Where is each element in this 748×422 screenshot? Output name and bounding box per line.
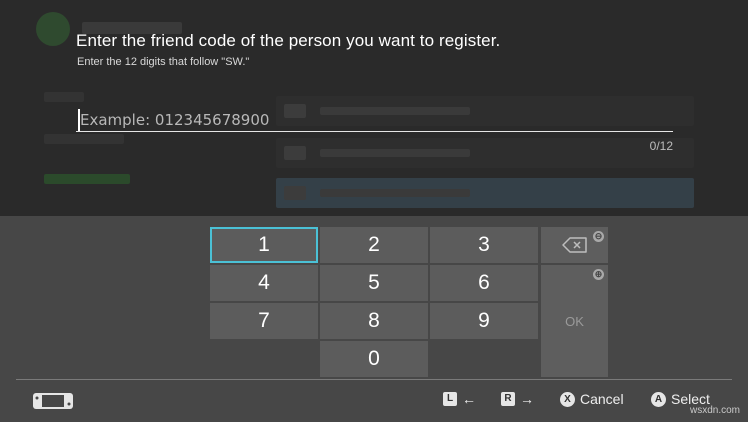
- background-sidebar-item: [44, 134, 124, 144]
- hint-l-button[interactable]: L ←: [443, 391, 476, 407]
- background-list-row: [276, 138, 694, 168]
- background-sidebar-item-active: [44, 174, 130, 184]
- cancel-hint[interactable]: X Cancel: [560, 391, 624, 407]
- key-0[interactable]: 0: [320, 341, 428, 377]
- key-5[interactable]: 5: [320, 265, 428, 301]
- key-9[interactable]: 9: [430, 303, 538, 339]
- prompt-title: Enter the friend code of the person you …: [76, 31, 501, 50]
- footer-divider: [16, 379, 732, 380]
- console-icon: [33, 393, 73, 409]
- cancel-label: Cancel: [580, 391, 624, 407]
- left-arrow-icon: ←: [462, 391, 476, 407]
- right-arrow-icon: →: [520, 391, 534, 407]
- l-button-icon: L: [443, 392, 457, 406]
- watermark: wsxdn.com: [689, 405, 740, 416]
- key-2[interactable]: 2: [320, 227, 428, 263]
- key-6[interactable]: 6: [430, 265, 538, 301]
- minus-button-badge: ⊖: [593, 231, 604, 242]
- hint-r-button[interactable]: R →: [501, 391, 534, 407]
- x-button-icon: X: [560, 391, 575, 407]
- number-keyboard: 1 2 3 4 5 6 7 8 9 0 ⊖ OK ⊕: [0, 216, 748, 422]
- text-caret: [78, 109, 80, 131]
- prompt-subtitle: Enter the 12 digits that follow "SW.": [77, 56, 250, 68]
- plus-button-badge: ⊕: [593, 269, 604, 280]
- user-avatar: [36, 12, 70, 46]
- key-4[interactable]: 4: [210, 265, 318, 301]
- r-button-icon: R: [501, 392, 515, 406]
- friend-code-input[interactable]: [76, 108, 673, 132]
- key-1[interactable]: 1: [210, 227, 318, 263]
- character-counter: 0/12: [649, 139, 673, 153]
- backspace-button[interactable]: ⊖: [541, 227, 608, 263]
- background-list-row-selected: [276, 178, 694, 208]
- a-button-icon: A: [651, 391, 666, 407]
- background-sidebar-item: [44, 92, 84, 102]
- key-7[interactable]: 7: [210, 303, 318, 339]
- key-8[interactable]: 8: [320, 303, 428, 339]
- backspace-icon: [561, 237, 587, 253]
- ok-button[interactable]: OK ⊕: [541, 265, 608, 377]
- key-3[interactable]: 3: [430, 227, 538, 263]
- ok-label: OK: [565, 313, 584, 329]
